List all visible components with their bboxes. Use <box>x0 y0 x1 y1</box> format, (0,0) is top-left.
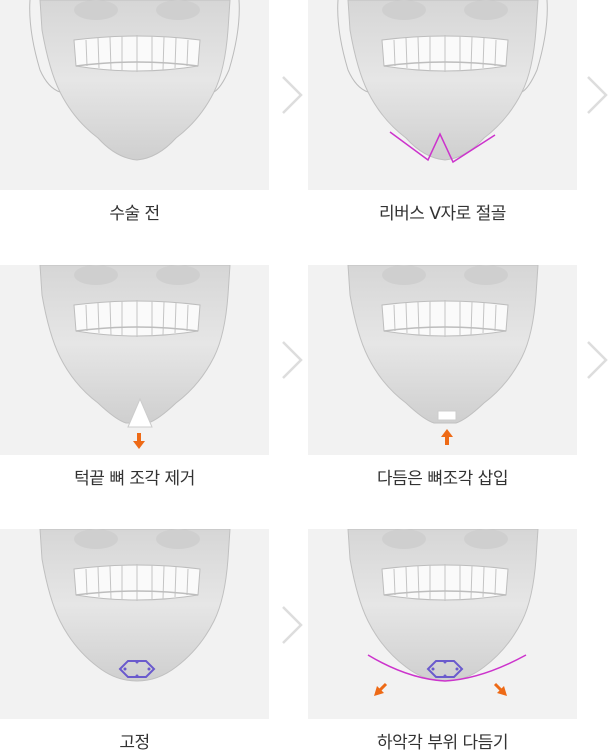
arrow-down-icon <box>133 433 145 449</box>
chevron-right-icon <box>282 76 303 114</box>
skull-jaw-illustration <box>308 529 577 696</box>
step-panel-chin-bone-removal <box>0 265 269 455</box>
step-panel-mandibular-angle-contouring <box>308 529 577 719</box>
bone-piece <box>437 410 457 421</box>
skull-jaw-illustration <box>308 265 577 445</box>
chevron-right-icon <box>282 341 303 379</box>
chevron-right-icon <box>282 606 303 644</box>
step-caption-3: 턱끝 뼈 조각 제거 <box>74 469 195 489</box>
arrow-down-left-icon <box>374 682 388 696</box>
step-panel-reverse-v-osteotomy <box>308 0 577 190</box>
chevron-right-icon <box>587 341 608 379</box>
skull-jaw-illustration <box>0 529 269 719</box>
skull-jaw-illustration <box>308 0 577 164</box>
skull-jaw-illustration <box>0 265 269 449</box>
chevron-right-icon <box>587 76 608 114</box>
step-caption-4: 다듬은 뼈조각 삽입 <box>377 469 508 489</box>
step-caption-1: 수술 전 <box>109 204 160 224</box>
step-panel-fixation <box>0 529 269 719</box>
skull-jaw-illustration <box>0 0 269 190</box>
arrow-down-right-icon <box>493 682 507 696</box>
step-caption-2: 리버스 V자로 절골 <box>379 204 506 224</box>
step-caption-5: 고정 <box>119 733 150 753</box>
step-panel-reshaped-bone-insertion <box>308 265 577 455</box>
step-caption-6: 하악각 부위 다듬기 <box>377 733 508 753</box>
step-panel-before-surgery <box>0 0 269 190</box>
arrow-up-icon <box>441 429 453 445</box>
